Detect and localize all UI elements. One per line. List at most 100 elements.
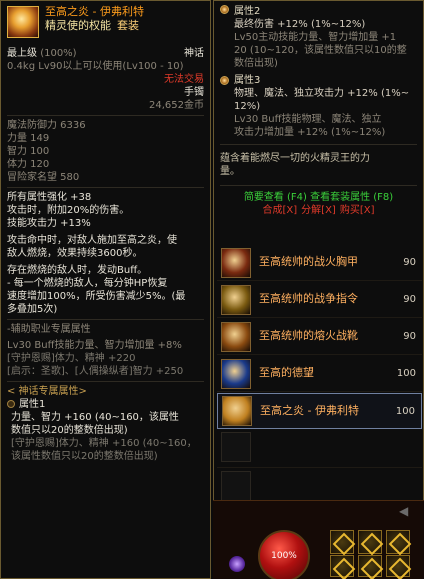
flame-bracelet-icon [7, 6, 39, 38]
set-item-name: 至高统帅的战火胸甲 [259, 255, 358, 269]
attribute-orb-icon [220, 5, 229, 14]
skill-slot-icon[interactable] [386, 530, 410, 554]
attr-line: 最终伤害 +12% (1%~12%) [234, 19, 366, 30]
item-subtitle: 精灵使的权能 套装 [45, 19, 204, 33]
item-tooltip-right: 属性2 最终伤害 +12% (1%~12%) Lv50主动技能力量、智力增加量 +… [213, 0, 424, 579]
proc-line: 速度增加100%，所受伤害减少5%。(最 [7, 291, 186, 302]
set-tag: 套装 [117, 19, 139, 33]
proc-line: 敌人燃烧，效果持续3600秒。 [7, 248, 143, 259]
weight-level: 0.4kg Lv90以上可以使用(Lv100 - 10) [7, 61, 184, 72]
aux-title: -辅助职业专属属性 [7, 324, 91, 335]
item-price: 24,652金币 [149, 100, 204, 111]
grade-text: 最上级 [7, 48, 37, 59]
set-item-name: 至高之炎 - 伊弗利特 [260, 403, 359, 417]
set-item-name: 至高统帅的战争指令 [259, 292, 358, 306]
set-item-level: 100 [396, 368, 416, 379]
set-view-link[interactable]: 简要查看 (F4) 查看套装属性 (F8) [214, 189, 423, 204]
set-item-row[interactable]: 至高统帅的战争指令 90 [217, 282, 422, 318]
set-item-icon [221, 247, 251, 278]
flavor-line: 量。 [220, 166, 240, 177]
flavor-text: 蕴含着能燃尽一切的火精灵王的力 量。 [214, 148, 423, 182]
attr-gray-line: Lv50主动技能力量、智力增加量 +1 [234, 32, 397, 43]
myth-attr1-lines: 力量、智力 +160 (40~160，该属性 数值只以20的整数倍出现) [守护恩赐… [1, 411, 210, 463]
item-subtitle-text: 精灵使的权能 [45, 19, 111, 33]
myth-attr1-label: 属性1 [19, 399, 46, 410]
attr-line: 物理、魔法、独立攻击力 +12% (1%~ [234, 88, 410, 99]
attribute-orb-icon [220, 76, 229, 85]
empty-set-slot [217, 432, 422, 468]
proc-line: 存在燃烧的敌人时，发动Buff。 [7, 265, 148, 276]
set-item-row[interactable]: 至高的德望 100 [217, 356, 422, 392]
unlock-link[interactable]: 分解[X] [301, 205, 336, 216]
mp-orb-icon [229, 556, 245, 572]
myth-attr1-line: 数值只以20的整数倍出现) [11, 425, 128, 436]
set-item-icon [222, 396, 252, 426]
stat-row: 魔法防御力 6336 [7, 120, 86, 131]
stat-row: 体力 120 [7, 159, 50, 170]
myth-attr1-gray-line: 该属性数值只以20的整数倍出现) [11, 451, 158, 462]
aux-line: Lv30 Buff技能力量、智力增加量 +8% [7, 340, 182, 351]
set-item-icon [221, 284, 251, 315]
compose-link[interactable]: 合成[X] [263, 205, 298, 216]
attr2-lines: 最终伤害 +12% (1%~12%) Lv50主动技能力量、智力增加量 +1 20 … [234, 18, 417, 70]
aux-line: [守护恩赐]体力、精神 +220 [7, 353, 136, 364]
set-item-row[interactable]: 至高之炎 - 伊弗利特 100 [217, 393, 422, 429]
myth-attr1-title: 属性1 [1, 398, 210, 411]
aux-line: [启示：圣歌]、[人偶操纵者]智力 +250 [7, 366, 184, 377]
set-item-row[interactable]: 至高统帅的熔火战靴 90 [217, 319, 422, 355]
divider [7, 381, 204, 382]
aux-lines: Lv30 Buff技能力量、智力增加量 +8% [守护恩赐]体力、精神 +220 [… [1, 339, 210, 378]
proc-buff: 存在燃烧的敌人时，发动Buff。 - 每一个燃烧的敌人，每分钟HP恢复速度增加10… [1, 264, 210, 316]
attr3-title: 属性3 [234, 75, 261, 86]
proc-line: 多叠加5次) [7, 304, 58, 315]
item-header: 至高之炎 - 伊弗利特 精灵使的权能 套装 [1, 1, 210, 45]
set-item-icon [221, 358, 251, 389]
attr-gray-line: 数倍出现) [234, 58, 278, 69]
empty-slot-icon [221, 432, 251, 462]
divider [220, 144, 417, 145]
skill-slot-icon[interactable] [386, 555, 410, 577]
myth-attr1-gray-line: [守护恩赐]体力、精神 +160 (40~160， [11, 438, 197, 449]
set-item-level: 90 [403, 331, 416, 342]
stat-row: 智力 100 [7, 146, 50, 157]
set-item-list: 至高统帅的战火胸甲 90 至高统帅的战争指令 90 至高统帅的熔火战靴 90 至高的德望 10… [214, 244, 423, 508]
attr-line: 12%) [234, 101, 261, 112]
myth-title: < 神话专属属性> [7, 386, 87, 397]
set-item-level: 90 [403, 257, 416, 268]
attr2-block: 属性2 最终伤害 +12% (1%~12%) Lv50主动技能力量、智力增加量 +… [214, 1, 423, 72]
grade-pct: (100%) [40, 48, 77, 59]
divider [220, 185, 417, 186]
effect-line: 所有属性强化 +38 [7, 192, 92, 203]
skill-slot-icon[interactable] [358, 530, 382, 554]
scroll-left-arrow-icon[interactable]: ◀ [399, 504, 408, 520]
stat-list: 魔法防御力 6336 力量 149 智力 100 体力 120 冒险家名望 580 [1, 119, 210, 184]
set-item-name: 至高统帅的熔火战靴 [259, 329, 358, 343]
attr2-title: 属性2 [234, 6, 261, 17]
attr-gray-line: Lv30 Buff技能物理、魔法、独立 [234, 114, 382, 125]
item-tooltip-left: 至高之炎 - 伊弗利特 精灵使的权能 套装 最上级 (100%) 神话 0.4kg… [0, 0, 211, 579]
grade-label: 最上级 (100%) [7, 47, 77, 60]
trade-status: 无法交易 [164, 74, 204, 85]
set-item-row[interactable]: 至高统帅的战火胸甲 90 [217, 245, 422, 281]
hp-orb: 100% [258, 530, 310, 579]
effect-line: 攻击时，附加20%的伤害。 [7, 205, 130, 216]
set-item-level: 100 [395, 405, 415, 417]
attr-gray-line: 攻击力增加量 +12% (1%~12%) [234, 127, 386, 138]
set-item-level: 90 [403, 294, 416, 305]
attr-gray-line: 20 (10~120，该属性数值只以10的整 [234, 45, 407, 56]
stat-row: 冒险家名望 580 [7, 172, 80, 183]
proc-line: - 每一个燃烧的敌人，每分钟HP恢复 [7, 278, 168, 289]
proc-line: 攻击命中时，对敌人施加至高之炎，使 [7, 235, 177, 246]
set-item-icon [221, 321, 251, 352]
skill-slot-icon[interactable] [358, 555, 382, 577]
skill-slot-icon[interactable] [330, 555, 354, 577]
grade-row: 最上级 (100%) 神话 [1, 47, 210, 60]
skill-slot-icon[interactable] [330, 530, 354, 554]
empty-slot-icon [221, 471, 251, 501]
divider [7, 115, 204, 116]
buy-link[interactable]: 购买[X] [340, 205, 375, 216]
action-links: 合成[X] 分解[X] 购买[X] [214, 204, 423, 219]
item-slot: 手镯 [184, 87, 204, 98]
myth-attr1-line: 力量、智力 +160 (40~160，该属性 [11, 412, 179, 423]
attr3-lines: 物理、魔法、独立攻击力 +12% (1%~ 12%) Lv30 Buff技能物理、魔… [234, 87, 417, 139]
